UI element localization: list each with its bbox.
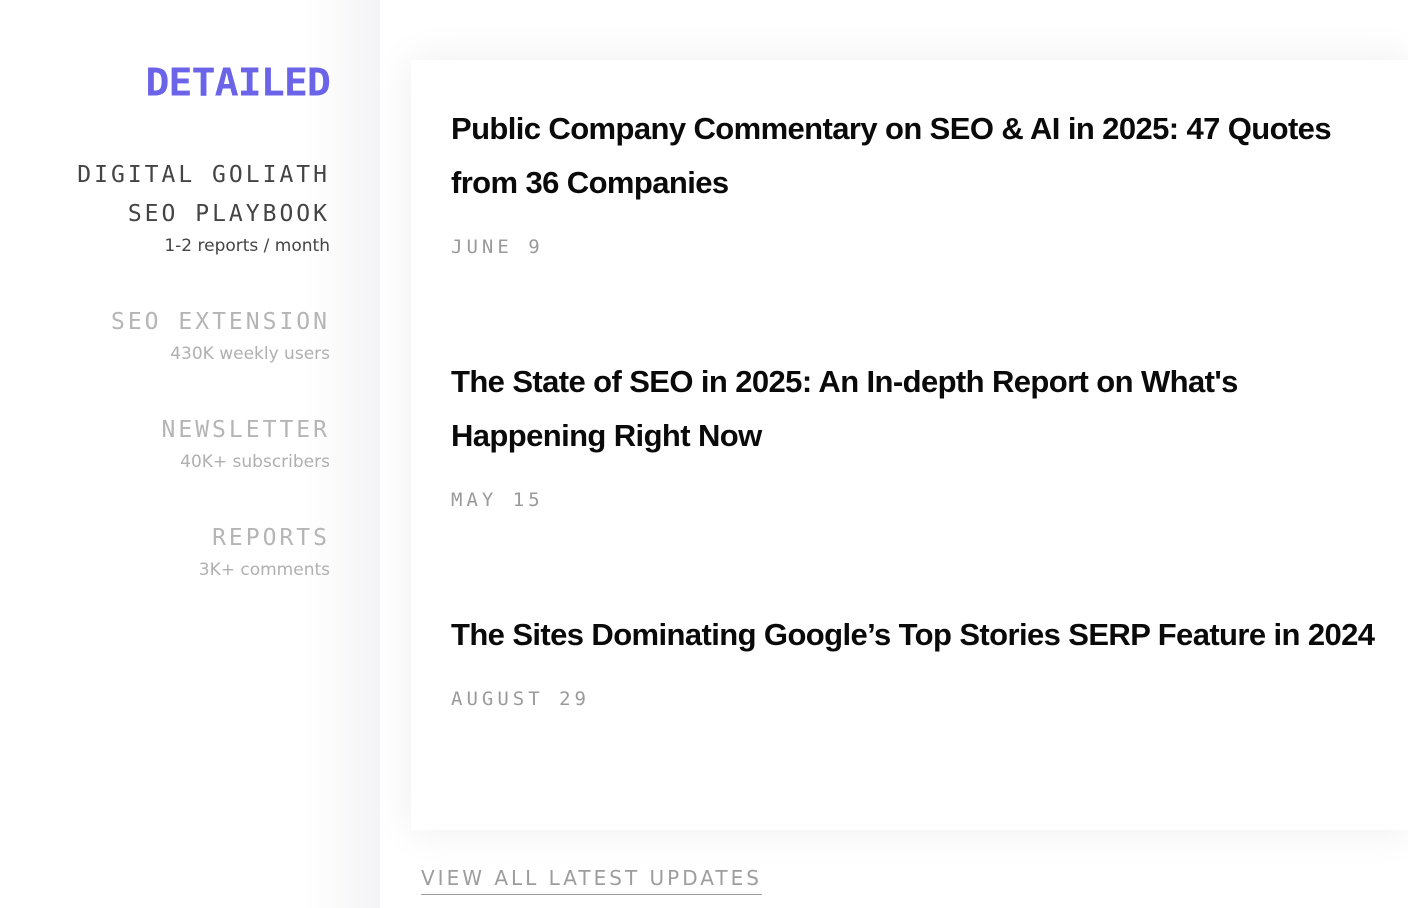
latest-updates-card: Public Company Commentary on SEO & AI in… [411, 60, 1408, 830]
post-title: Public Company Commentary on SEO & AI in… [451, 111, 1332, 200]
post-date: MAY 15 [451, 489, 544, 511]
sidebar-item-title: DIGITAL GOLIATH SEO PLAYBOOK [77, 162, 330, 227]
view-all-updates-link[interactable]: VIEW ALL LATEST UPDATES [421, 863, 762, 895]
sidebar-item-subtitle: 430K weekly users [170, 344, 330, 364]
sidebar: DETAILED DIGITAL GOLIATH SEO PLAYBOOK 1-… [0, 0, 380, 908]
post-item[interactable]: The State of SEO in 2025: An In-depth Re… [451, 355, 1381, 511]
sidebar-item-subtitle: 3K+ comments [198, 560, 330, 580]
post-title: The State of SEO in 2025: An In-depth Re… [451, 364, 1238, 453]
detailed-logo[interactable]: DETAILED [145, 61, 331, 105]
sidebar-item-digital-goliath[interactable]: DIGITAL GOLIATH SEO PLAYBOOK 1-2 reports… [30, 156, 330, 258]
sidebar-item-newsletter[interactable]: NEWSLETTER 40K+ subscribers [162, 411, 330, 474]
post-title: The Sites Dominating Google’s Top Storie… [451, 617, 1375, 652]
page: DETAILED DIGITAL GOLIATH SEO PLAYBOOK 1-… [0, 0, 1408, 908]
sidebar-item-reports[interactable]: REPORTS 3K+ comments [199, 519, 330, 582]
post-date: JUNE 9 [451, 236, 544, 258]
post-date: AUGUST 29 [451, 688, 590, 710]
post-item[interactable]: The Sites Dominating Google’s Top Storie… [451, 608, 1381, 710]
sidebar-item-subtitle: 40K+ subscribers [180, 452, 330, 472]
sidebar-item-seo-extension[interactable]: SEO EXTENSION 430K weekly users [111, 303, 330, 366]
sidebar-item-title: SEO EXTENSION [110, 309, 330, 335]
sidebar-item-subtitle: 1-2 reports / month [164, 236, 330, 256]
post-item[interactable]: Public Company Commentary on SEO & AI in… [451, 102, 1381, 258]
sidebar-item-title: REPORTS [212, 525, 330, 551]
sidebar-item-title: NEWSLETTER [161, 417, 330, 443]
